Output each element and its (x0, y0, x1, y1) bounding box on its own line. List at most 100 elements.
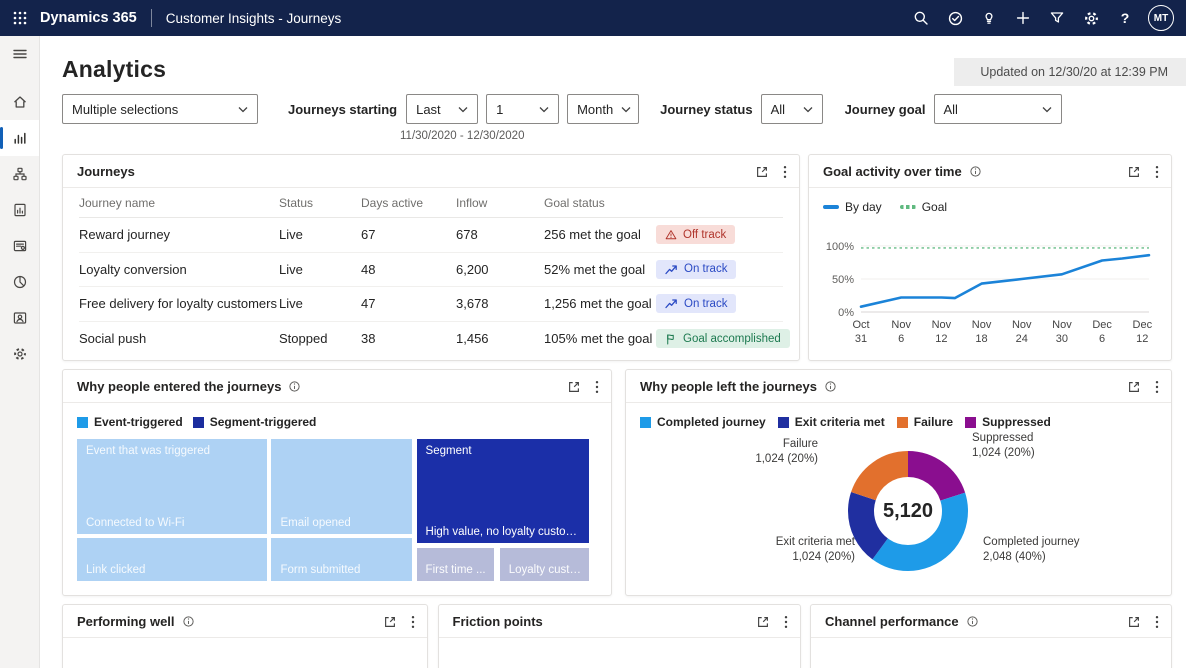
journey-goal-dropdown[interactable]: All (934, 94, 1062, 124)
svg-text:24: 24 (1016, 333, 1028, 345)
waffle-icon[interactable] (0, 0, 40, 36)
journey-status-dropdown[interactable]: All (761, 94, 823, 124)
info-icon[interactable] (824, 380, 837, 393)
more-options-icon[interactable] (1155, 165, 1159, 179)
range-unit-dropdown[interactable]: Month (567, 94, 639, 124)
card-title: Goal activity over time (823, 164, 962, 179)
settings-icon[interactable] (1074, 0, 1108, 36)
svg-text:Dec: Dec (1092, 319, 1112, 331)
treemap-tile[interactable]: Loyalty customers (500, 548, 589, 581)
expand-icon[interactable] (755, 165, 769, 179)
email-icon[interactable] (0, 228, 39, 264)
journey-row[interactable]: Reward journeyLive67678256 met the goalO… (79, 218, 783, 253)
svg-text:Oct: Oct (852, 319, 869, 331)
legend-item[interactable]: Exit criteria met (778, 415, 885, 429)
journey-row[interactable]: Loyalty conversionLive486,20052% met the… (79, 253, 783, 288)
app-title[interactable]: Customer Insights - Journeys (166, 11, 342, 26)
svg-text:Nov: Nov (1052, 319, 1072, 331)
expand-icon[interactable] (1127, 615, 1141, 629)
svg-text:12: 12 (1136, 333, 1148, 345)
legend-swatch (778, 417, 789, 428)
more-options-icon[interactable] (784, 615, 788, 629)
add-icon[interactable] (1006, 0, 1040, 36)
svg-text:50%: 50% (832, 274, 854, 286)
task-checker-icon[interactable] (938, 0, 972, 36)
info-icon[interactable] (966, 615, 979, 628)
report-icon[interactable] (0, 192, 39, 228)
info-icon[interactable] (969, 165, 982, 178)
menu-icon[interactable] (0, 36, 39, 72)
left-donut-chart: 5,120Failure1,024 (20%)Suppressed1,024 (… (640, 431, 1157, 595)
info-icon[interactable] (182, 615, 195, 628)
filter-icon[interactable] (1040, 0, 1074, 36)
legend-item[interactable]: Completed journey (640, 415, 766, 429)
journey-inflow: 3,678 (456, 296, 544, 311)
badge-label: Goal accomplished (683, 333, 781, 345)
journey-row[interactable]: Social pushStopped381,456105% met the go… (79, 322, 783, 357)
tile-label: Form submitted (280, 564, 405, 576)
home-icon[interactable] (0, 84, 39, 120)
journeys-flow-icon[interactable] (0, 156, 39, 192)
expand-icon[interactable] (756, 615, 770, 629)
legend-item[interactable]: Failure (897, 415, 953, 429)
journey-goal-status: 256 met the goal (544, 227, 656, 242)
svg-text:Nov: Nov (891, 319, 911, 331)
journeys-starting-label: Journeys starting (288, 102, 397, 117)
more-options-icon[interactable] (595, 380, 599, 394)
column-header: Days active (361, 196, 456, 210)
treemap-tile[interactable]: Form submitted (271, 538, 411, 581)
expand-icon[interactable] (383, 615, 397, 629)
segments-icon[interactable] (0, 264, 39, 300)
expand-icon[interactable] (1127, 165, 1141, 179)
range-mode-value: Last (416, 102, 441, 117)
legend-item[interactable]: Event-triggered (77, 415, 183, 429)
audience-dropdown[interactable]: Multiple selections (62, 94, 258, 124)
tile-top-label: Segment (426, 445, 584, 457)
journeys-table: Journey nameStatusDays activeInflowGoal … (63, 188, 799, 356)
journey-goal-value: All (944, 102, 958, 117)
legend-item[interactable]: By day (823, 200, 882, 214)
svg-text:6: 6 (1099, 333, 1105, 345)
more-options-icon[interactable] (411, 615, 415, 629)
column-header: Goal status (544, 196, 656, 210)
treemap-tile[interactable]: SegmentHigh value, no loyalty customers (417, 439, 590, 543)
callout-label: Suppressed (972, 431, 1132, 446)
info-icon[interactable] (288, 380, 301, 393)
legend-label: Suppressed (982, 415, 1051, 429)
range-count-value: 1 (496, 102, 503, 117)
more-options-icon[interactable] (1155, 615, 1159, 629)
range-count-dropdown[interactable]: 1 (486, 94, 559, 124)
more-options-icon[interactable] (1155, 380, 1159, 394)
journey-status: Live (279, 296, 361, 311)
treemap-tile[interactable]: First time ... (417, 548, 494, 581)
tile-label: Link clicked (86, 564, 261, 576)
tile-label: First time ... (426, 564, 488, 576)
settings-icon[interactable] (0, 336, 39, 372)
contacts-icon[interactable] (0, 300, 39, 336)
journey-inflow: 1,456 (456, 331, 544, 346)
legend-swatch (965, 417, 976, 428)
range-mode-dropdown[interactable]: Last (406, 94, 478, 124)
legend-item[interactable]: Segment-triggered (193, 415, 317, 429)
treemap-tile[interactable]: Email opened (271, 439, 411, 534)
expand-icon[interactable] (567, 380, 581, 394)
treemap-tile[interactable]: Link clicked (77, 538, 267, 581)
svg-text:100%: 100% (826, 241, 854, 253)
help-icon[interactable]: ? (1108, 0, 1142, 36)
callout-value: 2,048 (40%) (983, 550, 1153, 565)
journey-row[interactable]: Free delivery for loyalty customersLive4… (79, 287, 783, 322)
journey-days-active: 48 (361, 262, 456, 277)
audience-value: Multiple selections (72, 102, 178, 117)
legend-item[interactable]: Goal (900, 200, 947, 214)
more-options-icon[interactable] (783, 165, 787, 179)
brand-title[interactable]: Dynamics 365 (40, 10, 137, 26)
analytics-icon[interactable] (0, 120, 39, 156)
legend-item[interactable]: Suppressed (965, 415, 1051, 429)
goal-activity-card: Goal activity over time By dayGoal 0%50%… (808, 154, 1172, 361)
treemap-tile[interactable]: Event that was triggeredConnected to Wi-… (77, 439, 267, 534)
search-icon[interactable] (904, 0, 938, 36)
lightbulb-icon[interactable] (972, 0, 1006, 36)
expand-icon[interactable] (1127, 380, 1141, 394)
left-journeys-card: Why people left the journeys Completed j… (625, 369, 1172, 596)
avatar[interactable]: MT (1148, 5, 1174, 31)
